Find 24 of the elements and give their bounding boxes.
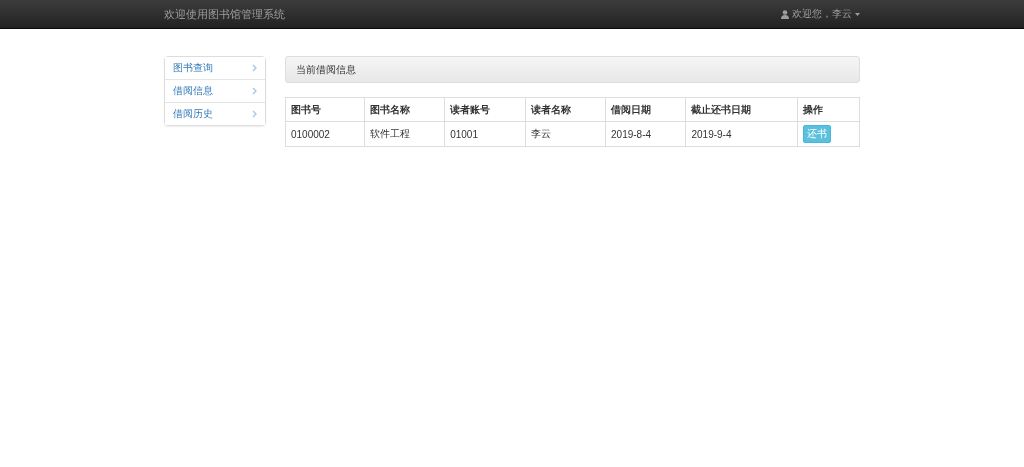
column-header: 操作 xyxy=(797,97,860,122)
column-header: 图书号 xyxy=(285,97,365,122)
sidebar-item[interactable]: 借阅历史 xyxy=(165,102,265,125)
column-header: 读者账号 xyxy=(444,97,526,122)
table-cell: 李云 xyxy=(525,121,606,147)
table-cell: 2019-8-4 xyxy=(605,121,686,147)
table-cell: 0100002 xyxy=(285,121,365,147)
panel-title: 当前借阅信息 xyxy=(296,62,356,77)
column-header: 截止还书日期 xyxy=(686,97,798,122)
sidebar-item[interactable]: 图书查询 xyxy=(165,57,265,79)
table-cell: 2019-9-4 xyxy=(686,121,798,147)
chevron-right-icon xyxy=(252,64,257,72)
caret-icon xyxy=(855,12,860,16)
column-header: 读者名称 xyxy=(525,97,606,122)
user-menu[interactable]: 欢迎您，李云 xyxy=(781,7,860,21)
table-cell: 软件工程 xyxy=(364,121,445,147)
chevron-right-icon xyxy=(252,87,257,95)
table-cell: 01001 xyxy=(444,121,526,147)
sidebar-item[interactable]: 借阅信息 xyxy=(165,79,265,102)
column-header: 图书名称 xyxy=(364,97,445,122)
chevron-right-icon xyxy=(252,110,257,118)
user-icon xyxy=(781,9,789,19)
column-header: 借阅日期 xyxy=(605,97,686,122)
app-title: 欢迎使用图书馆管理系统 xyxy=(164,6,285,22)
